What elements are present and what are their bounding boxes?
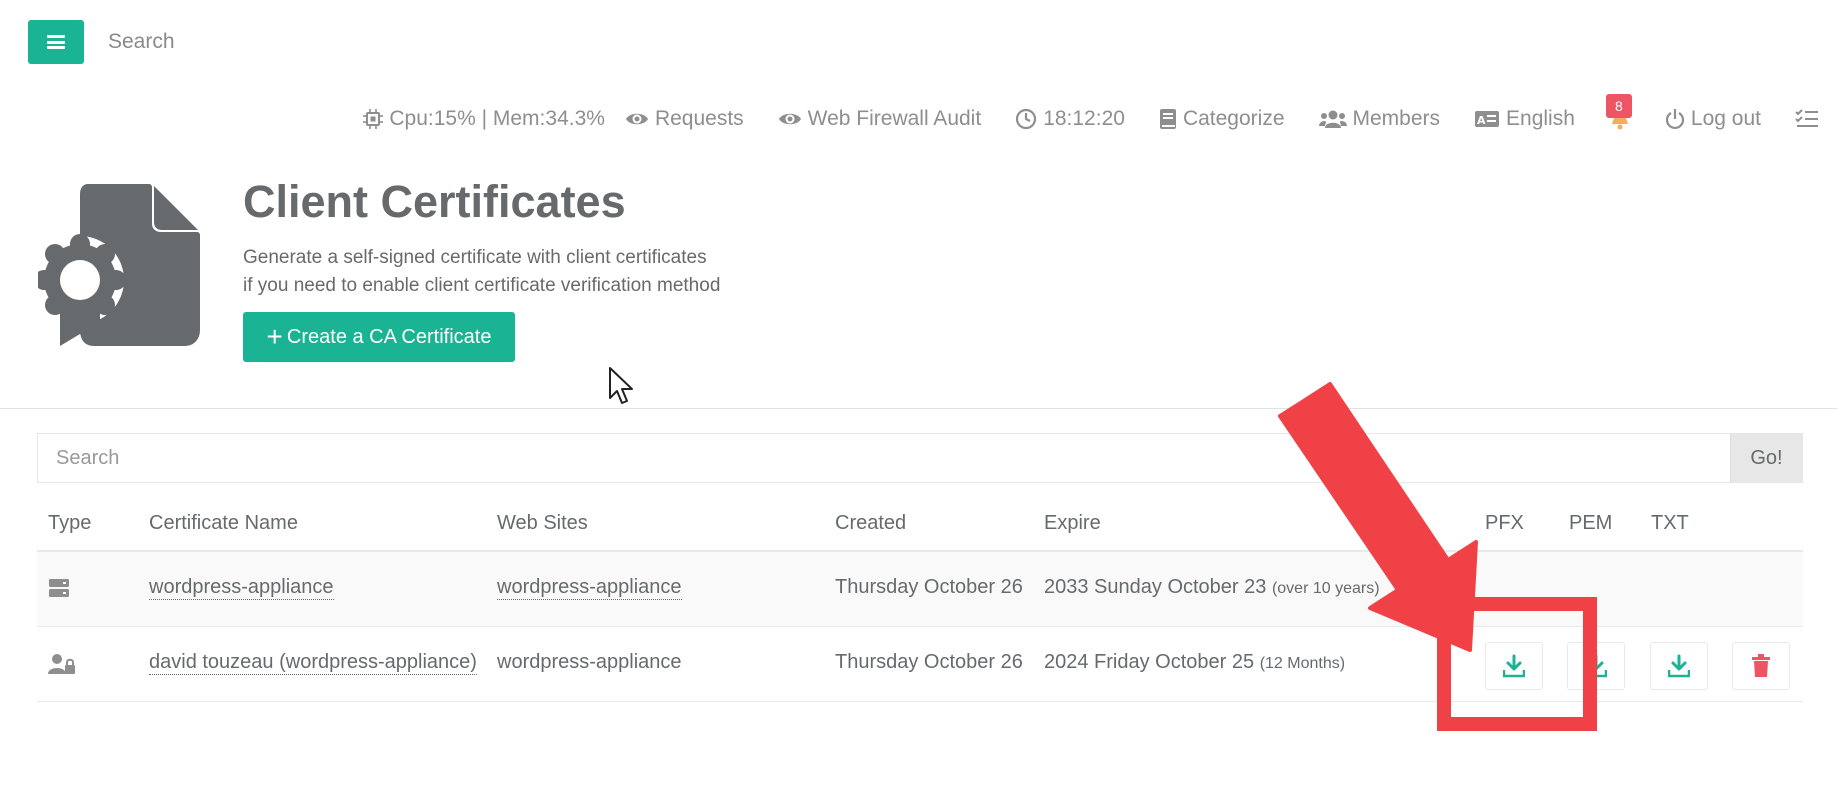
list-check-icon bbox=[1795, 109, 1818, 127]
notification-badge: 8 bbox=[1605, 94, 1632, 118]
nav-requests-label: Requests bbox=[654, 107, 744, 130]
expire-note: (12 Months) bbox=[1259, 655, 1346, 672]
column-expire[interactable]: Expire bbox=[1044, 512, 1101, 535]
web-site-link[interactable]: wordpress-appliance bbox=[497, 576, 682, 600]
plus-icon: + bbox=[266, 321, 283, 352]
menu-toggle-button[interactable] bbox=[28, 20, 84, 64]
table-header: Type Certificate Name Web Sites Created … bbox=[37, 498, 1803, 552]
delete-button[interactable] bbox=[1732, 642, 1790, 690]
download-pem-button[interactable] bbox=[1567, 642, 1625, 690]
top-search-input[interactable] bbox=[108, 30, 408, 54]
created-date: Thursday October 26 bbox=[835, 576, 1023, 598]
nav-members[interactable]: Members bbox=[1318, 107, 1441, 131]
server-icon bbox=[49, 579, 69, 597]
certificate-file-icon bbox=[38, 184, 200, 346]
nav-waf-audit-label: Web Firewall Audit bbox=[807, 107, 982, 130]
certificate-name-link[interactable]: wordpress-appliance bbox=[149, 576, 334, 600]
bell-icon: 8 bbox=[1605, 94, 1632, 130]
hamburger-icon bbox=[47, 35, 65, 49]
subtitle-line-1: Generate a self-signed certificate with … bbox=[243, 247, 707, 268]
nav-categorize-label: Categorize bbox=[1182, 107, 1285, 130]
create-ca-certificate-label: Create a CA Certificate bbox=[286, 325, 492, 348]
download-icon bbox=[1668, 654, 1690, 678]
column-pfx[interactable]: PFX bbox=[1485, 512, 1524, 535]
table-row: david touzeau (wordpress-appliance) word… bbox=[37, 627, 1803, 702]
cpu-chip-icon bbox=[363, 109, 384, 129]
download-icon bbox=[1503, 654, 1525, 678]
nav-language-label: English bbox=[1506, 107, 1575, 130]
table-row: wordpress-appliance wordpress-appliance … bbox=[37, 552, 1803, 627]
create-ca-certificate-button[interactable]: + Create a CA Certificate bbox=[243, 312, 515, 362]
eye-icon bbox=[778, 113, 801, 125]
nav-notifications[interactable]: 8 bbox=[1605, 94, 1632, 130]
expire-note: (over 10 years) bbox=[1271, 580, 1380, 597]
nav-logout[interactable]: Log out bbox=[1665, 107, 1761, 131]
clock-icon bbox=[1016, 108, 1037, 130]
column-created[interactable]: Created bbox=[835, 512, 906, 535]
expire-date-text: 2024 Friday October 25 bbox=[1044, 651, 1255, 673]
go-button[interactable]: Go! bbox=[1730, 434, 1802, 482]
nav-categorize[interactable]: Categorize bbox=[1159, 107, 1285, 131]
page-subtitle: Generate a self-signed certificate with … bbox=[243, 244, 720, 300]
certificate-name-link[interactable]: david touzeau (wordpress-appliance) bbox=[149, 651, 477, 675]
system-stats-text: Cpu:15% | Mem:34.3% bbox=[389, 107, 605, 130]
top-navbar: Cpu:15% | Mem:34.3% Requests Web Firewal… bbox=[363, 94, 1819, 134]
book-icon bbox=[1159, 109, 1176, 129]
nav-tasks[interactable] bbox=[1795, 109, 1819, 129]
download-pfx-button[interactable] bbox=[1485, 642, 1543, 690]
user-lock-icon bbox=[48, 654, 75, 674]
row-action-button[interactable] bbox=[1402, 565, 1458, 613]
nav-clock-time: 18:12:20 bbox=[1043, 107, 1125, 130]
header-divider bbox=[0, 408, 1837, 409]
subtitle-line-2: if you need to enable client certificate… bbox=[243, 275, 721, 296]
language-icon: A bbox=[1475, 111, 1500, 127]
nav-requests[interactable]: Requests bbox=[625, 107, 744, 131]
web-site-text: wordpress-appliance bbox=[497, 651, 682, 673]
system-stats: Cpu:15% | Mem:34.3% bbox=[363, 107, 605, 131]
download-txt-button[interactable] bbox=[1650, 642, 1708, 690]
nav-members-label: Members bbox=[1352, 107, 1441, 130]
table-search-group: Go! bbox=[37, 433, 1803, 483]
created-date: Thursday October 26 bbox=[835, 651, 1023, 673]
column-web-sites[interactable]: Web Sites bbox=[497, 512, 588, 535]
mouse-cursor-icon bbox=[609, 367, 633, 404]
trash-icon bbox=[1752, 654, 1770, 677]
nav-language[interactable]: A English bbox=[1474, 107, 1575, 131]
svg-text:A: A bbox=[1477, 114, 1486, 127]
nav-clock[interactable]: 18:12:20 bbox=[1015, 107, 1125, 131]
table-search-input[interactable] bbox=[38, 434, 1730, 482]
column-type[interactable]: Type bbox=[48, 512, 91, 535]
nav-logout-label: Log out bbox=[1690, 107, 1761, 130]
page-title: Client Certificates bbox=[243, 176, 626, 227]
expire-date: 2024 Friday October 25 (12 Months) bbox=[1044, 651, 1345, 674]
nav-waf-audit[interactable]: Web Firewall Audit bbox=[778, 107, 982, 131]
column-txt[interactable]: TXT bbox=[1651, 512, 1689, 535]
eye-icon bbox=[625, 113, 648, 125]
download-icon bbox=[1585, 654, 1607, 678]
column-certificate-name[interactable]: Certificate Name bbox=[149, 512, 298, 535]
power-icon bbox=[1665, 109, 1684, 130]
certificates-table: Type Certificate Name Web Sites Created … bbox=[37, 498, 1803, 702]
expire-date: 2033 Sunday October 23 (over 10 years) bbox=[1044, 576, 1380, 599]
expire-date-text: 2033 Sunday October 23 bbox=[1044, 576, 1267, 598]
users-icon bbox=[1318, 110, 1347, 128]
column-pem[interactable]: PEM bbox=[1569, 512, 1612, 535]
